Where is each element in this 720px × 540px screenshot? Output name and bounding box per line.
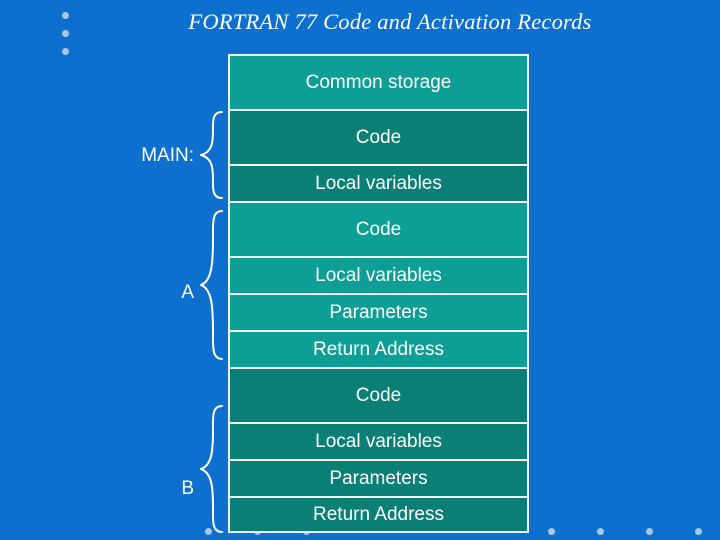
memory-segment-label: Return Address (313, 503, 444, 525)
memory-segment-label: Parameters (329, 467, 428, 489)
brace-b-icon (200, 405, 223, 533)
memory-segment: Code (228, 109, 529, 164)
decorative-dot-icon (646, 528, 653, 535)
group-label-a: A (181, 282, 194, 303)
decorative-dot-icon (62, 12, 69, 19)
page-title: FORTRAN 77 Code and Activation Records (188, 9, 592, 34)
group-label-b: B (181, 478, 194, 499)
memory-segment-label: Code (355, 126, 402, 148)
memory-segment: Return Address (228, 496, 529, 533)
decorative-dot-icon (62, 48, 69, 55)
memory-segment: Parameters (228, 459, 529, 496)
memory-segment-label: Local variables (315, 264, 442, 286)
memory-segment: Local variables (228, 422, 529, 459)
memory-segment: Common storage (228, 54, 529, 109)
memory-segment-label: Return Address (313, 338, 444, 360)
memory-layout-stack: Common storage Code Local variables Code Loc… (228, 54, 529, 533)
decorative-dot-icon (548, 528, 555, 535)
memory-segment-label: Code (355, 218, 402, 240)
brace-main-icon (200, 111, 223, 199)
memory-segment: Return Address (228, 330, 529, 367)
memory-segment: Local variables (228, 164, 529, 201)
memory-segment: Local variables (228, 256, 529, 293)
decorative-dot-icon (695, 528, 702, 535)
memory-segment: Code (228, 201, 529, 256)
memory-segment-label: Common storage (305, 71, 452, 93)
decorative-dot-icon (597, 528, 604, 535)
slide-canvas: FORTRAN 77 Code and Activation Records M… (0, 0, 720, 540)
memory-segment-label: Local variables (315, 172, 442, 194)
memory-segment-label: Code (355, 384, 402, 406)
group-label-main: MAIN: (141, 145, 194, 166)
brace-a-icon (200, 210, 223, 360)
memory-segment: Code (228, 367, 529, 422)
decorative-dot-icon (62, 30, 69, 37)
memory-segment: Parameters (228, 293, 529, 330)
memory-segment-label: Parameters (329, 301, 428, 323)
memory-segment-label: Local variables (315, 430, 442, 452)
